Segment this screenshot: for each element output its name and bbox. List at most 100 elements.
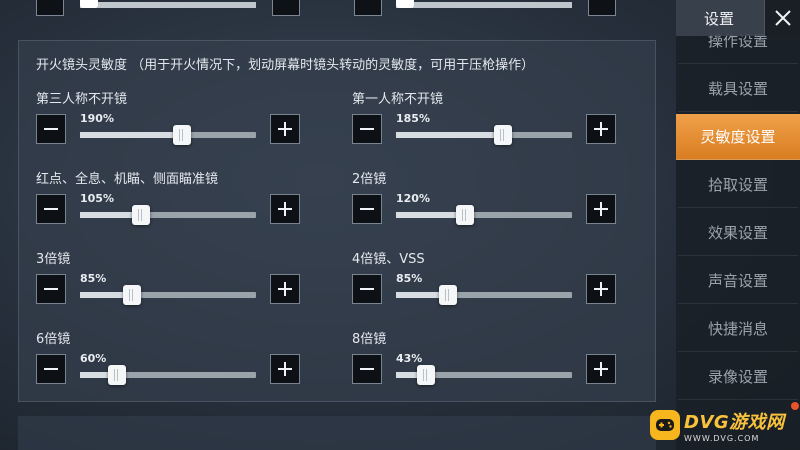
minus-button-partial[interactable] (36, 0, 64, 16)
plus-icon (278, 282, 292, 296)
decrease-button[interactable] (352, 114, 382, 144)
sensitivity-setting: 6倍镜 60% (36, 328, 326, 398)
sensitivity-setting: 第一人称不开镜 185% (352, 88, 642, 158)
plus-icon (278, 122, 292, 136)
minus-icon (44, 368, 58, 370)
setting-label: 6倍镜 (36, 332, 71, 347)
slider-track[interactable] (80, 125, 256, 145)
watermark-title: DVG游戏网 (684, 411, 785, 433)
minus-icon (44, 208, 58, 210)
watermark-url: WWW.DVG.COM (684, 433, 760, 443)
sensitivity-setting: 红点、全息、机瞄、侧面瞄准镜 105% (36, 168, 326, 238)
slider-fill (80, 132, 183, 138)
minus-icon (44, 288, 58, 290)
sensitivity-setting: 8倍镜 43% (352, 328, 642, 398)
setting-value: 190% (80, 112, 114, 125)
sensitivity-setting: 2倍镜 120% (352, 168, 642, 238)
close-button[interactable] (764, 0, 800, 36)
plus-icon (594, 202, 608, 216)
plus-icon (594, 282, 608, 296)
plus-button-partial[interactable] (272, 0, 300, 16)
minus-button-partial[interactable] (354, 0, 382, 16)
sidebar-item[interactable]: 声音设置 (678, 258, 798, 304)
sidebar-title: 设置 (704, 10, 735, 28)
slider-fill (396, 212, 466, 218)
plus-icon (278, 362, 292, 376)
setting-label: 第一人称不开镜 (352, 92, 444, 107)
setting-value: 85% (80, 272, 107, 285)
minus-icon (360, 128, 374, 130)
slider-thumb-partial[interactable] (396, 0, 414, 8)
slider-track[interactable] (396, 365, 572, 385)
slider-track[interactable] (80, 205, 256, 225)
increase-button[interactable] (270, 354, 300, 384)
sensitivity-setting: 3倍镜 85% (36, 248, 326, 318)
decrease-button[interactable] (352, 274, 382, 304)
setting-label: 第三人称不开镜 (36, 92, 128, 107)
slider-thumb[interactable] (456, 205, 475, 225)
slider-thumb[interactable] (173, 125, 192, 145)
decrease-button[interactable] (352, 354, 382, 384)
increase-button[interactable] (270, 274, 300, 304)
minus-icon (360, 208, 374, 210)
gamepad-logo-icon (650, 410, 680, 440)
decrease-button[interactable] (36, 114, 66, 144)
setting-label: 3倍镜 (36, 252, 71, 267)
increase-button[interactable] (270, 194, 300, 224)
next-panel-partial (18, 416, 656, 450)
minus-icon (360, 368, 374, 370)
setting-label: 2倍镜 (352, 172, 387, 187)
slider-thumb[interactable] (493, 125, 512, 145)
slider-fill (396, 132, 503, 138)
sensitivity-setting: 第三人称不开镜 190% (36, 88, 326, 158)
increase-button[interactable] (586, 114, 616, 144)
increase-button[interactable] (586, 354, 616, 384)
slider-thumb-partial[interactable] (80, 0, 98, 8)
slider-track-partial (396, 0, 572, 8)
decrease-button[interactable] (352, 194, 382, 224)
close-icon (775, 10, 791, 26)
previous-section-partial (0, 0, 660, 30)
slider-thumb[interactable] (438, 285, 457, 305)
slider-thumb[interactable] (132, 205, 151, 225)
sidebar-item[interactable]: 灵敏度设置 (676, 114, 800, 160)
sensitivity-setting: 4倍镜、VSS 85% (352, 248, 642, 318)
setting-value: 43% (396, 352, 423, 365)
decrease-button[interactable] (36, 354, 66, 384)
slider-track-partial (80, 0, 256, 8)
section-title: 开火镜头灵敏度 （用于开火情况下，划动屏幕时镜头转动的灵敏度，可用于压枪操作） (36, 58, 535, 73)
slider-track[interactable] (80, 365, 256, 385)
plus-icon (594, 362, 608, 376)
setting-value: 60% (80, 352, 107, 365)
setting-label: 红点、全息、机瞄、侧面瞄准镜 (36, 172, 219, 187)
slider-track[interactable] (396, 285, 572, 305)
slider-track[interactable] (396, 125, 572, 145)
minus-icon (44, 128, 58, 130)
plus-icon (278, 202, 292, 216)
notification-dot (791, 402, 799, 410)
slider-thumb[interactable] (122, 285, 141, 305)
increase-button[interactable] (586, 194, 616, 224)
setting-value: 105% (80, 192, 114, 205)
sidebar-item[interactable]: 录像设置 (678, 354, 798, 400)
slider-thumb[interactable] (108, 365, 127, 385)
sidebar-item[interactable]: 效果设置 (678, 210, 798, 256)
increase-button[interactable] (270, 114, 300, 144)
watermark: DVG游戏网 WWW.DVG.COM (650, 402, 800, 448)
slider-track[interactable] (80, 285, 256, 305)
plus-button-partial[interactable] (588, 0, 616, 16)
decrease-button[interactable] (36, 274, 66, 304)
setting-value: 120% (396, 192, 430, 205)
setting-value: 85% (396, 272, 423, 285)
sidebar-item[interactable]: 拾取设置 (678, 162, 798, 208)
slider-thumb[interactable] (416, 365, 435, 385)
sidebar-item[interactable]: 载具设置 (678, 66, 798, 112)
sidebar-item[interactable]: 快捷消息 (678, 306, 798, 352)
decrease-button[interactable] (36, 194, 66, 224)
minus-icon (360, 288, 374, 290)
slider-track[interactable] (396, 205, 572, 225)
setting-label: 8倍镜 (352, 332, 387, 347)
setting-label: 4倍镜、VSS (352, 252, 425, 267)
increase-button[interactable] (586, 274, 616, 304)
plus-icon (594, 122, 608, 136)
